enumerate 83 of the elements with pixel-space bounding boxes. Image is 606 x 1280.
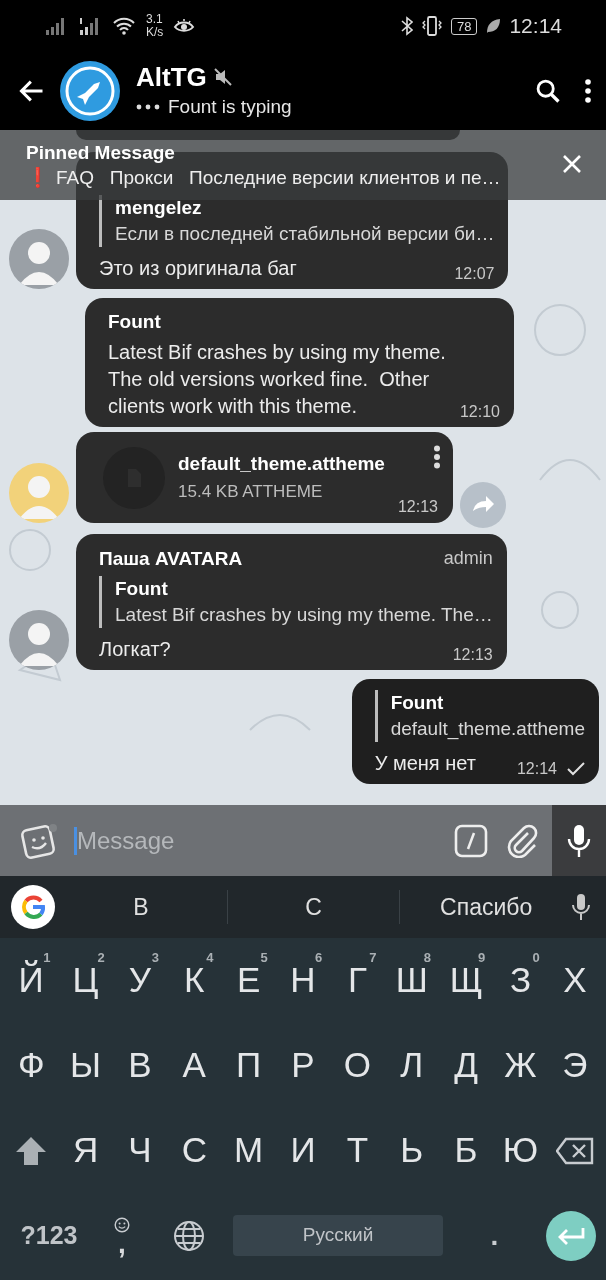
pinned-message-bar[interactable]: Pinned Message ❗ FAQ Прокси Последние версии клиентов и пе…	[0, 130, 606, 200]
keyboard-key[interactable]: С	[167, 1108, 222, 1193]
keyboard-key[interactable]: Ч	[112, 1108, 168, 1193]
keyboard-key[interactable]: Ю	[493, 1108, 548, 1193]
suggestion-chip[interactable]: Спасибо	[400, 889, 572, 925]
keyboard-key[interactable]: Д	[438, 1023, 494, 1108]
sender-name: Паша AVATARA	[99, 546, 243, 571]
file-size: 15.4 KB ATTHEME	[178, 480, 324, 503]
keyboard-key[interactable]: Ь	[384, 1108, 439, 1193]
keyboard-key[interactable]: Я	[58, 1108, 113, 1193]
shift-arrow-icon	[15, 1135, 48, 1166]
suggestion-chip[interactable]: С	[227, 889, 400, 925]
keyboard-key[interactable]: Ы	[58, 1023, 113, 1108]
message-text: У меня нет	[374, 751, 476, 776]
message-time: 12:13	[397, 497, 438, 517]
message-field[interactable]: Message	[0, 805, 552, 876]
message-time: 12:13	[452, 645, 493, 665]
message-text: Логкат?	[99, 637, 171, 662]
microphone-icon	[567, 823, 591, 858]
eye-icon	[173, 18, 196, 34]
keyboard-key[interactable]: О	[330, 1023, 385, 1108]
keyboard-key[interactable]: Ф	[4, 1023, 59, 1108]
more-icon[interactable]	[433, 445, 441, 469]
typing-dots-icon	[136, 104, 160, 110]
vibrate-icon	[420, 15, 443, 37]
keyboard-key[interactable]: Т	[330, 1108, 385, 1193]
network-speed: 3.1	[146, 13, 164, 26]
space-bar[interactable]: Русский	[233, 1215, 443, 1256]
backspace-icon	[555, 1136, 594, 1165]
symbols-key[interactable]: ?123	[8, 1216, 90, 1255]
chat-title: AltTG	[136, 60, 207, 93]
keyboard-key[interactable]: Л	[384, 1023, 439, 1108]
bluetooth-icon	[400, 16, 413, 36]
attach-icon[interactable]	[506, 823, 538, 858]
keyboard-key[interactable]: Б	[438, 1108, 494, 1193]
keyboard-key[interactable]: Х	[547, 938, 602, 1023]
network-speed-unit: K/s	[146, 26, 164, 39]
message-text: Это из оригинала баг	[99, 256, 297, 281]
close-icon[interactable]	[562, 154, 582, 174]
keyboard-key[interactable]: Э	[547, 1023, 602, 1108]
wifi-icon	[112, 16, 136, 36]
google-logo-icon[interactable]	[11, 885, 55, 929]
sticker-icon[interactable]	[20, 821, 58, 860]
reply-author: Fount	[390, 691, 445, 715]
message-time: 12:14	[516, 759, 557, 779]
exclamation-icon: ❗	[26, 164, 50, 192]
message-time: 12:07	[454, 264, 495, 284]
leaf-icon	[485, 17, 502, 35]
microphone-icon[interactable]	[572, 893, 590, 921]
globe-icon	[173, 1219, 205, 1252]
microphone-button[interactable]	[552, 805, 606, 876]
reply-text: default_theme.attheme	[390, 717, 585, 742]
typing-status: Fount is typing	[168, 94, 292, 119]
jet-avatar-icon	[60, 61, 120, 121]
sender-name: Fount	[108, 310, 161, 334]
suggestion-chip[interactable]: В	[55, 889, 227, 925]
more-icon[interactable]	[584, 78, 592, 104]
clock-time: 12:14	[509, 13, 562, 40]
command-icon[interactable]	[454, 823, 488, 858]
reply-author: Fount	[115, 577, 169, 601]
enter-key[interactable]	[546, 1210, 596, 1261]
text-cursor	[74, 826, 77, 855]
period-key[interactable]: .	[443, 1214, 546, 1257]
message-time: 12:10	[459, 402, 500, 422]
admin-label: admin	[443, 547, 493, 570]
keyboard-key[interactable]: М	[221, 1108, 276, 1193]
keyboard-key[interactable]: А	[167, 1023, 222, 1108]
pinned-text: FAQ Прокси Последние версии клиентов и пе…	[56, 166, 501, 190]
keyboard-key[interactable]: И	[275, 1108, 331, 1193]
keyboard-key[interactable]: В	[112, 1023, 168, 1108]
keyboard-key[interactable]: Р	[275, 1023, 331, 1108]
keyboard-key[interactable]: Ж	[493, 1023, 548, 1108]
smiley-icon	[114, 1216, 130, 1233]
file-name: default_theme.attheme	[178, 451, 385, 476]
battery-icon: 78	[450, 17, 478, 35]
reply-text: Если в последней стабильной версии би…	[115, 222, 495, 246]
message-text: Latest Bif crashes by using my theme. The old versions worked fine. Other clients work with this theme.	[108, 340, 446, 419]
reply-text: Latest Bif crashes by using my theme. The…	[115, 603, 493, 627]
pinned-title: Pinned Message	[26, 142, 176, 164]
keyboard-key[interactable]: П	[221, 1023, 276, 1108]
enter-arrow-icon	[557, 1226, 585, 1245]
search-icon[interactable]	[534, 77, 562, 105]
message-input[interactable]: Message	[77, 822, 454, 859]
